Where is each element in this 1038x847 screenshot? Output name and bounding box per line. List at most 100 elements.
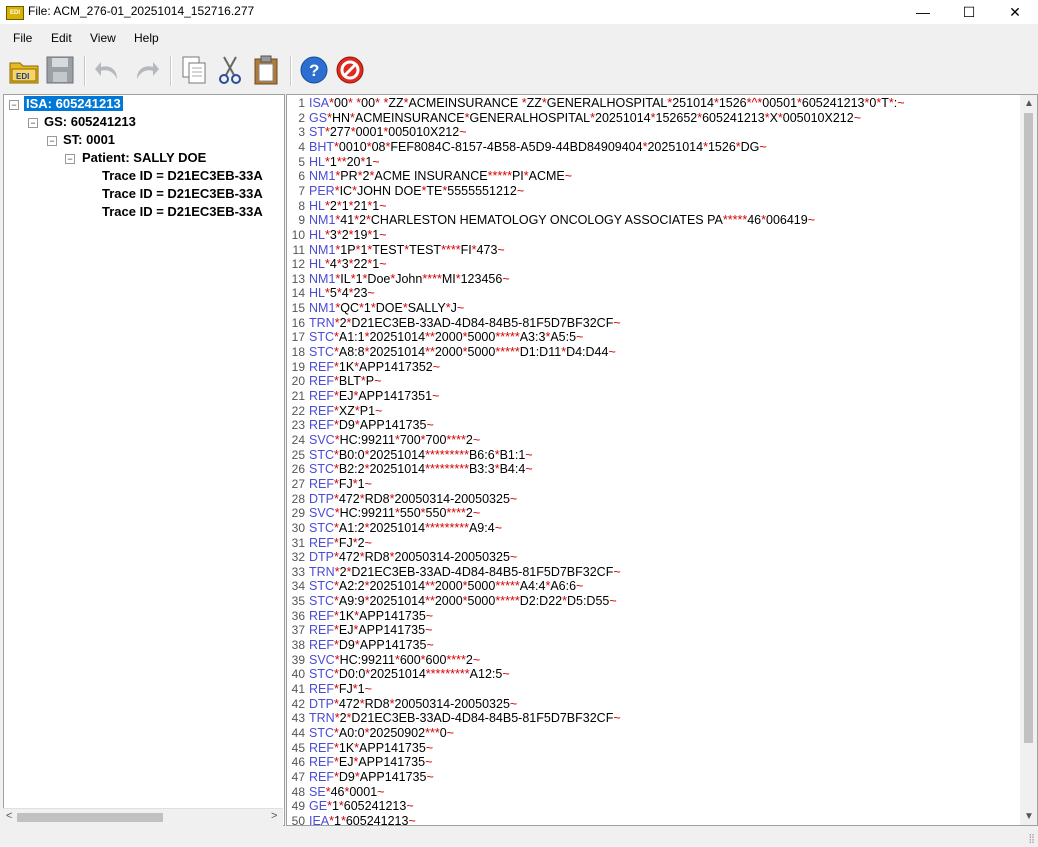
editor-line[interactable]: 13 NM1*IL*1*Doe*John****MI*123456~ [287,272,510,287]
editor-line[interactable]: 31 REF*FJ*2~ [287,536,372,551]
editor-line[interactable]: 44 STC*A0:0*20250902***0~ [287,726,454,741]
editor-line[interactable]: 5 HL*1**20*1~ [287,155,379,170]
editor-line[interactable]: 28 DTP*472*RD8*20050314-20050325~ [287,492,518,507]
editor-line[interactable]: 21 REF*EJ*APP1417351~ [287,389,440,404]
editor-line[interactable]: 20 REF*BLT*P~ [287,374,382,389]
menu-edit[interactable]: Edit [51,31,72,45]
help-icon: ? [300,56,328,84]
editor-line[interactable]: 42 DTP*472*RD8*20050314-20050325~ [287,697,518,712]
editor-line[interactable]: 3 ST*277*0001*005010X212~ [287,125,466,140]
editor-line[interactable]: 38 REF*D9*APP141735~ [287,638,434,653]
cut-button[interactable] [214,54,246,86]
tree-node-gs[interactable]: GS: 605241213 [44,114,136,129]
tree-node-trace[interactable]: Trace ID = D21EC3EB-33A [102,168,263,183]
editor-line[interactable]: 11 NM1*1P*1*TEST*TEST****FI*473~ [287,243,505,258]
editor-line[interactable]: 48 SE*46*0001~ [287,785,385,800]
line-number: 43 [291,711,305,726]
editor-line[interactable]: 45 REF*1K*APP141735~ [287,741,433,756]
scroll-down-icon[interactable]: ▼ [1024,811,1034,822]
stop-button[interactable] [334,54,366,86]
undo-icon [95,62,117,79]
editor-line[interactable]: 7 PER*IC*JOHN DOE*TE*5555551212~ [287,184,524,199]
editor-line[interactable]: 2 GS*HN*ACMEINSURANCE*GENERALHOSPITAL*202… [287,111,861,126]
segment-id: REF [309,403,334,418]
editor-line[interactable]: 6 NM1*PR*2*ACME INSURANCE*****PI*ACME~ [287,169,572,184]
menu-help[interactable]: Help [134,31,159,45]
menu-file[interactable]: File [13,31,32,45]
tree-node-patient[interactable]: Patient: SALLY DOE [82,150,206,165]
editor-line[interactable]: 18 STC*A8:8*20251014**2000*5000*****D1:D1… [287,345,616,360]
editor-line[interactable]: 9 NM1*41*2*CHARLESTON HEMATOLOGY ONCOLOGY… [287,213,815,228]
undo-button[interactable] [92,54,124,86]
tree-node-isa[interactable]: ISA: 605241213 [24,96,123,111]
editor-line[interactable]: 32 DTP*472*RD8*20050314-20050325~ [287,550,518,565]
scroll-right-icon[interactable]: > [271,810,277,822]
collapse-toggle[interactable]: − [28,118,38,128]
help-button[interactable]: ? [298,54,330,86]
editor-line[interactable]: 24 SVC*HC:99211*700*700****2~ [287,432,481,448]
resize-grip-icon[interactable]: ⣿ [1028,833,1035,844]
editor-line[interactable]: 23 REF*D9*APP141735~ [287,418,434,433]
segment-elements: *HC:99211*700*700****2~ [334,432,481,447]
editor-line[interactable]: 19 REF*1K*APP1417352~ [287,360,440,375]
editor-line[interactable]: 15 NM1*QC*1*DOE*SALLY*J~ [287,301,465,316]
editor-line[interactable]: 22 REF*XZ*P1~ [287,403,383,419]
tree-view[interactable]: − ISA: 605241213 − GS: 605241213 − ST: 0… [3,94,285,826]
editor-line[interactable]: 8 HL*2*1*21*1~ [287,198,387,214]
editor-line[interactable]: 12 HL*4*3*22*1~ [287,257,387,272]
editor-line[interactable]: 33 TRN*2*D21EC3EB-33AD-4D84-84B5-81F5D7BF… [287,565,621,580]
editor-line[interactable]: 39 SVC*HC:99211*600*600****2~ [287,653,481,668]
menu-view[interactable]: View [90,31,116,45]
collapse-toggle[interactable]: − [65,154,75,164]
editor-line[interactable]: 17 STC*A1:1*20251014**2000*5000*****A3:3*… [287,330,584,345]
editor-line[interactable]: 47 REF*D9*APP141735~ [287,770,434,785]
editor-line[interactable]: 16 TRN*2*D21EC3EB-33AD-4D84-84B5-81F5D7BF… [287,316,621,331]
redo-button[interactable] [130,54,162,86]
editor-line[interactable]: 37 REF*EJ*APP141735~ [287,623,433,638]
editor-line[interactable]: 43 TRN*2*D21EC3EB-33AD-4D84-84B5-81F5D7BF… [287,711,621,726]
save-button[interactable] [44,54,76,86]
editor-line[interactable]: 25 STC*B0:0*20251014*********B6:6*B1:1~ [287,448,533,463]
editor-line[interactable]: 50 IEA*1*605241213~ [287,814,416,825]
copy-button[interactable] [178,54,210,86]
line-number: 15 [291,301,305,316]
maximize-button[interactable]: ☐ [946,0,992,24]
segment-elements: *2*1*21*1~ [324,198,387,213]
tree-horizontal-scrollbar[interactable]: < > [3,808,283,826]
scroll-up-icon[interactable]: ▲ [1024,98,1034,109]
line-number: 12 [291,257,305,272]
segment-id: REF [309,374,334,389]
editor-line[interactable]: 27 REF*FJ*1~ [287,477,372,492]
tree-node-trace[interactable]: Trace ID = D21EC3EB-33A [102,186,263,201]
close-window-button[interactable]: ✕ [992,0,1038,24]
scroll-left-icon[interactable]: < [6,810,12,822]
editor-vertical-scrollbar[interactable]: ▲ ▼ [1020,95,1037,825]
minimize-button[interactable]: — [900,0,946,24]
editor-line[interactable]: 49 GE*1*605241213~ [287,799,414,814]
editor-line[interactable]: 35 STC*A9:9*20251014**2000*5000*****D2:D2… [287,594,617,609]
editor-line[interactable]: 14 HL*5*4*23~ [287,286,375,301]
editor-line[interactable]: 41 REF*FJ*1~ [287,682,372,697]
segment-id: BHT [309,139,334,154]
editor-line[interactable]: 34 STC*A2:2*20251014**2000*5000*****A4:4*… [287,579,584,594]
editor-line[interactable]: 26 STC*B2:2*20251014*********B3:3*B4:4~ [287,462,533,477]
edi-text-editor[interactable]: 1 ISA*00* *00* *ZZ*ACMEINSURANCE *ZZ*GENE… [286,94,1038,826]
editor-line[interactable]: 30 STC*A1:2*20251014*********A9:4~ [287,521,502,536]
tree-node-st[interactable]: ST: 0001 [63,132,115,147]
open-edi-button[interactable]: EDI [8,54,40,86]
paste-button[interactable] [250,54,282,86]
editor-line[interactable]: 4 BHT*0010*08*FEF8084C-8157-4B58-A5D9-44B… [287,139,766,155]
collapse-toggle[interactable]: − [47,136,57,146]
editor-line[interactable]: 40 STC*D0:0*20251014*********A12:5~ [287,667,510,682]
editor-line[interactable]: 36 REF*1K*APP141735~ [287,609,433,624]
segment-elements: *BLT*P~ [334,374,382,389]
editor-line[interactable]: 1 ISA*00* *00* *ZZ*ACMEINSURANCE *ZZ*GENE… [287,96,904,111]
collapse-toggle[interactable]: − [9,100,19,110]
editor-line[interactable]: 10 HL*3*2*19*1~ [287,228,387,243]
editor-line[interactable]: 46 REF*EJ*APP141735~ [287,755,433,770]
scroll-thumb[interactable] [17,813,163,822]
editor-line[interactable]: 29 SVC*HC:99211*550*550****2~ [287,506,481,521]
scroll-thumb[interactable] [1024,113,1033,743]
segment-id: REF [309,389,334,403]
tree-node-trace[interactable]: Trace ID = D21EC3EB-33A [102,204,263,219]
